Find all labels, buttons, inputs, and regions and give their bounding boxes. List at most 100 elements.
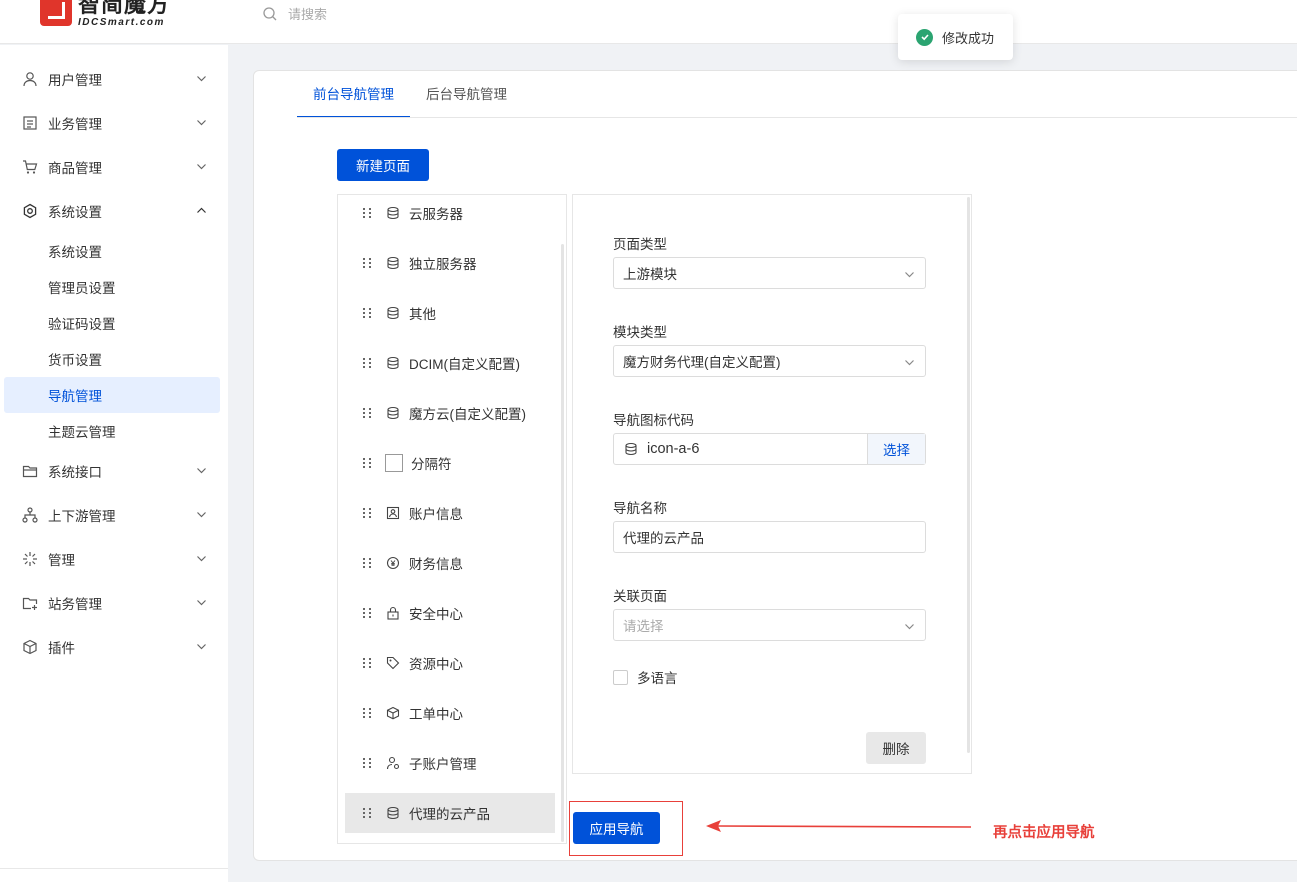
list-item[interactable]: 云服务器 [345, 195, 555, 233]
drag-handle-icon[interactable] [363, 206, 373, 220]
sidebar-divider [0, 868, 228, 869]
drag-handle-icon[interactable] [363, 806, 373, 820]
sidebar-subitem-theme-cloud-management[interactable]: 主题云管理 [4, 413, 220, 449]
id-card-icon [385, 505, 401, 521]
list-item[interactable]: 独立服务器 [345, 243, 555, 283]
drag-handle-icon[interactable] [363, 456, 373, 470]
nav-name-value: 代理的云产品 [623, 531, 704, 546]
nav-name-label: 导航名称 [613, 501, 667, 516]
list-item[interactable]: 工单中心 [345, 693, 555, 733]
nav-item-label: 子账户管理 [409, 757, 477, 772]
search-placeholder[interactable]: 请搜索 [288, 4, 327, 23]
sidebar-subitem-system-settings[interactable]: 系统设置 [4, 233, 220, 269]
navigation-list: 云服务器 独立服务器 其他 DCIM(自定义配置) 魔方云(自定义配置) 分隔符… [337, 194, 567, 844]
nav-item-label: DCIM(自定义配置) [409, 357, 520, 372]
sidebar-subitem-admin-settings[interactable]: 管理员设置 [4, 269, 220, 305]
sidebar-item-label: 上下游管理 [48, 509, 116, 524]
sub-user-icon [385, 755, 401, 771]
drag-handle-icon[interactable] [363, 656, 373, 670]
folder-add-icon [21, 594, 39, 612]
list-item[interactable]: 魔方云(自定义配置) [345, 393, 555, 433]
folder-icon [21, 462, 39, 480]
list-item[interactable]: 安全中心 [345, 593, 555, 633]
nav-item-label: 分隔符 [411, 457, 452, 472]
sidebar-subitem-navigation-management[interactable]: 导航管理 [4, 377, 220, 413]
database-icon [623, 441, 639, 457]
list-item-selected[interactable]: 代理的云产品 [345, 793, 555, 833]
list-item[interactable]: DCIM(自定义配置) [345, 343, 555, 383]
list-item[interactable]: 子账户管理 [345, 743, 555, 783]
module-type-select[interactable]: 魔方财务代理(自定义配置) [613, 345, 926, 377]
tab-frontend-navigation[interactable]: 前台导航管理 [297, 72, 410, 118]
highlight-box [569, 801, 683, 856]
drag-handle-icon[interactable] [363, 306, 373, 320]
logo-text: 智简魔方 [78, 0, 171, 17]
nav-item-label: 其他 [409, 307, 436, 322]
tab-backend-navigation[interactable]: 后台导航管理 [410, 72, 523, 118]
sidebar-subitem-captcha-settings[interactable]: 验证码设置 [4, 305, 220, 341]
list-item[interactable]: 资源中心 [345, 643, 555, 683]
sidebar-item-system-interface[interactable]: 系统接口 [0, 453, 228, 489]
delete-button[interactable]: 删除 [866, 732, 926, 764]
drag-handle-icon[interactable] [363, 256, 373, 270]
sidebar-item-management[interactable]: 管理 [0, 541, 228, 577]
icon-code-field[interactable]: icon-a-6 选择 [613, 433, 926, 465]
related-page-select[interactable]: 请选择 [613, 609, 926, 641]
related-page-label: 关联页面 [613, 589, 667, 604]
chevron-down-icon [197, 76, 206, 82]
sidebar-item-label: 系统接口 [48, 465, 102, 480]
list-item[interactable]: 账户信息 [345, 493, 555, 533]
list-item[interactable]: 分隔符 [345, 443, 555, 483]
cube-icon [21, 638, 39, 656]
drag-handle-icon[interactable] [363, 706, 373, 720]
page-type-label: 页面类型 [613, 237, 667, 252]
icon-code-label: 导航图标代码 [613, 413, 694, 428]
nav-name-input[interactable]: 代理的云产品 [613, 521, 926, 553]
icon-select-button[interactable]: 选择 [867, 434, 925, 464]
drag-handle-icon[interactable] [363, 356, 373, 370]
form-scrollbar[interactable] [967, 197, 970, 753]
page-type-select[interactable]: 上游模块 [613, 257, 926, 289]
annotation-arrow-icon [706, 820, 972, 832]
multi-language-checkbox[interactable]: 多语言 [613, 667, 678, 687]
box-icon [385, 705, 401, 721]
drag-handle-icon[interactable] [363, 756, 373, 770]
search-icon [263, 6, 277, 20]
sidebar-item-system-settings[interactable]: 系统设置 [0, 193, 228, 229]
top-bar: 智简魔方 IDCSmart.com 请搜索 [0, 0, 1297, 44]
sidebar-item-business-management[interactable]: 业务管理 [0, 105, 228, 141]
list-scrollbar[interactable] [561, 244, 564, 842]
checkbox[interactable] [613, 669, 628, 685]
nav-item-label: 工单中心 [409, 707, 463, 722]
chevron-down-icon [197, 556, 206, 562]
sidebar-item-site-management[interactable]: 站务管理 [0, 585, 228, 621]
nav-item-label: 云服务器 [409, 207, 463, 222]
sidebar-item-product-management[interactable]: 商品管理 [0, 149, 228, 185]
drag-handle-icon[interactable] [363, 406, 373, 420]
search-box[interactable]: 请搜索 [262, 4, 327, 23]
chevron-down-icon [905, 360, 914, 366]
list-item[interactable]: 财务信息 [345, 543, 555, 583]
sidebar-item-upstream-downstream[interactable]: 上下游管理 [0, 497, 228, 533]
sidebar-item-label: 插件 [48, 641, 75, 656]
chevron-down-icon [197, 512, 206, 518]
logo[interactable]: 智简魔方 IDCSmart.com [40, 0, 170, 28]
tag-icon [385, 655, 401, 671]
sidebar-subitem-currency-settings[interactable]: 货币设置 [4, 341, 220, 377]
new-page-button[interactable]: 新建页面 [337, 149, 429, 181]
drag-handle-icon[interactable] [363, 556, 373, 570]
chevron-down-icon [905, 624, 914, 630]
nav-item-label: 财务信息 [409, 557, 463, 572]
list-item[interactable]: 其他 [345, 293, 555, 333]
database-icon [385, 305, 401, 321]
multi-language-label: 多语言 [637, 671, 678, 686]
drag-handle-icon[interactable] [363, 506, 373, 520]
nav-item-label: 资源中心 [409, 657, 463, 672]
sidebar-item-plugins[interactable]: 插件 [0, 629, 228, 665]
database-icon [385, 405, 401, 421]
drag-handle-icon[interactable] [363, 606, 373, 620]
logo-icon [40, 0, 72, 26]
nav-item-label: 独立服务器 [409, 257, 477, 272]
sidebar-item-user-management[interactable]: 用户管理 [0, 61, 228, 97]
database-icon [385, 255, 401, 271]
